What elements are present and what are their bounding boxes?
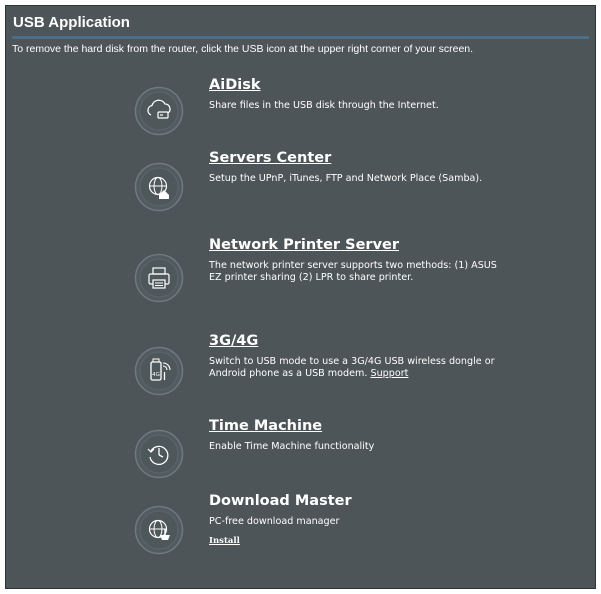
servers-center-link[interactable]: Servers Center [209, 149, 499, 167]
aidisk-description: Share files in the USB disk through the … [209, 100, 439, 111]
svg-text:4G: 4G [152, 372, 160, 378]
network-printer-server-link[interactable]: Network Printer Server [209, 236, 499, 254]
globe-server-icon[interactable] [134, 162, 184, 212]
usb-application-panel: USB Application To remove the hard disk … [5, 5, 596, 589]
aidisk-link[interactable]: AiDisk [209, 76, 499, 94]
servers-center-description: Setup the UPnP, iTunes, FTP and Network … [209, 173, 483, 184]
support-link[interactable]: Support [370, 368, 408, 379]
network-printer-server-description: The network printer server supports two … [209, 260, 497, 283]
usb-modem-icon[interactable]: 4G [134, 346, 184, 396]
title-divider [12, 36, 589, 39]
3g-4g-link[interactable]: 3G/4G [209, 332, 499, 350]
time-machine-description: Enable Time Machine functionality [209, 441, 375, 452]
3g-4g-description: Switch to USB mode to use a 3G/4G USB wi… [209, 356, 499, 379]
download-master-title: Download Master [209, 493, 352, 509]
download-globe-icon [134, 505, 184, 555]
printer-icon[interactable] [134, 253, 184, 303]
download-master-description: PC-free download manager [209, 516, 340, 527]
time-machine-link[interactable]: Time Machine [209, 417, 499, 435]
cloud-disk-icon[interactable] [134, 86, 184, 136]
remove-disk-hint: To remove the hard disk from the router,… [12, 43, 474, 55]
3g-4g-description-text: Switch to USB mode to use a 3G/4G USB wi… [209, 356, 495, 379]
page-title: USB Application [13, 14, 130, 31]
time-machine-icon[interactable] [134, 429, 184, 479]
install-link[interactable]: Install [209, 536, 240, 546]
